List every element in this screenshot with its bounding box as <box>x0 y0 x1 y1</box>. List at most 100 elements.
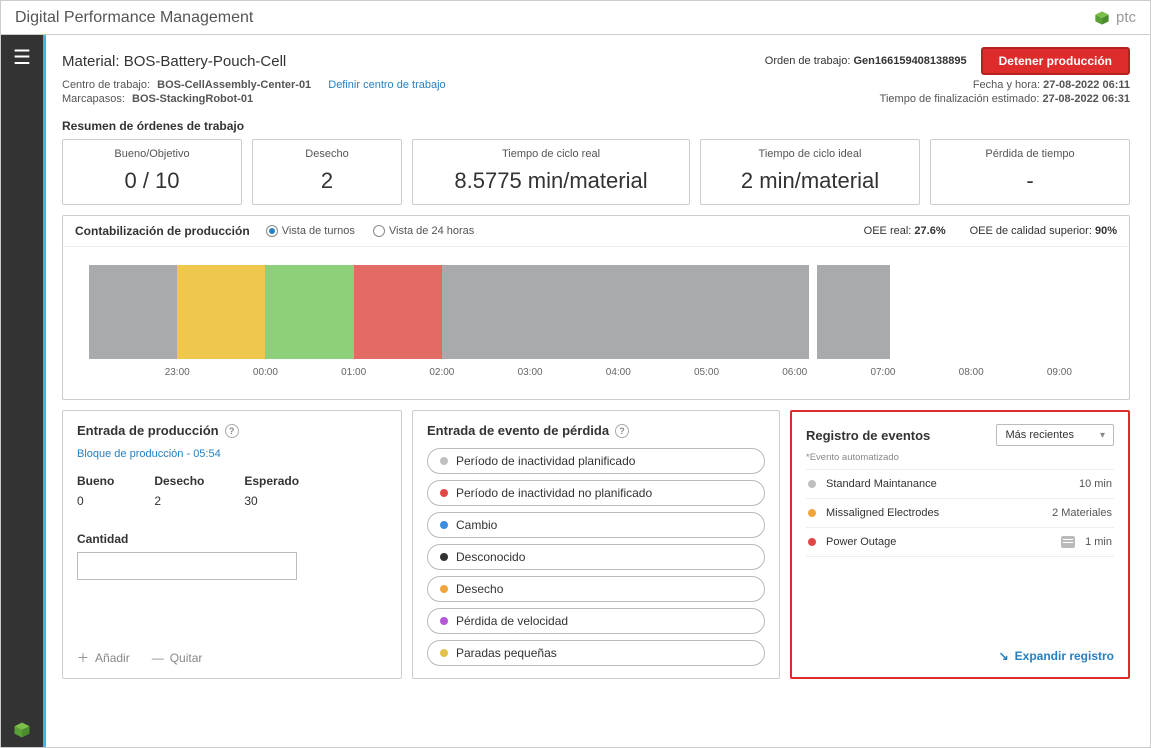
axis-tick: 04:00 <box>606 367 631 378</box>
kpi-card: Tiempo de ciclo ideal2 min/material <box>700 139 920 205</box>
kpi-label: Tiempo de ciclo ideal <box>707 148 913 160</box>
loss-reason-pill[interactable]: Pérdida de velocidad <box>427 608 765 634</box>
add-button[interactable]: ＋Añadir <box>77 649 130 666</box>
log-value: 10 min <box>1079 478 1112 490</box>
kpi-label: Bueno/Objetivo <box>69 148 235 160</box>
timeline-segment[interactable] <box>265 265 353 359</box>
brand-logo: ptc <box>1094 9 1136 26</box>
axis-tick: 01:00 <box>341 367 366 378</box>
loss-label: Paradas pequeñas <box>456 646 557 660</box>
col-scrap: Desecho <box>154 474 204 488</box>
log-name: Missaligned Electrodes <box>826 507 1042 519</box>
panel-production-entry: Entrada de producción ? Bloque de produc… <box>62 410 402 679</box>
status-dot <box>808 509 816 517</box>
pacemaker-row: Marcapasos: BOS-StackingRobot-01 <box>62 93 446 105</box>
axis-tick: 02:00 <box>429 367 454 378</box>
axis-tick: 03:00 <box>518 367 543 378</box>
axis-tick: 08:00 <box>959 367 984 378</box>
kpi-label: Tiempo de ciclo real <box>419 148 683 160</box>
kpi-value: 2 <box>259 168 395 194</box>
kpi-label: Pérdida de tiempo <box>937 148 1123 160</box>
col-good: Bueno <box>77 474 114 488</box>
log-value: 1 min <box>1085 536 1112 548</box>
loss-reason-pill[interactable]: Desconocido <box>427 544 765 570</box>
kpi-card: Bueno/Objetivo 0 / 10 <box>62 139 242 205</box>
kpi-value: - <box>937 168 1123 194</box>
expand-log-link[interactable]: ↘ Expandir registro <box>999 649 1114 663</box>
cube-icon <box>1094 10 1110 26</box>
status-dot <box>440 585 448 593</box>
chevron-down-icon: ▾ <box>1100 430 1105 441</box>
kpi-card: Pérdida de tiempo - <box>930 139 1130 205</box>
loss-label: Pérdida de velocidad <box>456 614 568 628</box>
work-order: Orden de trabajo: Gen166159408138895 <box>765 55 967 67</box>
loss-reason-pill[interactable]: Período de inactividad planificado <box>427 448 765 474</box>
help-icon[interactable]: ? <box>615 424 629 438</box>
status-dot <box>440 617 448 625</box>
status-dot <box>808 480 816 488</box>
qty-label: Cantidad <box>77 532 387 546</box>
quantity-input[interactable] <box>77 552 297 580</box>
loss-reason-pill[interactable]: Cambio <box>427 512 765 538</box>
kpi-value: 8.5775 min/material <box>419 168 683 194</box>
est-end-row: Tiempo de finalización estimado: 27-08-2… <box>880 93 1130 105</box>
log-name: Power Outage <box>826 536 1051 548</box>
timeline-segment[interactable] <box>890 265 1103 359</box>
status-dot <box>808 538 816 546</box>
log-row[interactable]: Power Outage 1 min <box>806 528 1114 557</box>
expand-icon: ↘ <box>999 649 1009 663</box>
log-name: Standard Maintanance <box>826 478 1069 490</box>
log-row[interactable]: Standard Maintanance 10 min <box>806 470 1114 499</box>
log-row[interactable]: Missaligned Electrodes 2 Materiales <box>806 499 1114 528</box>
cube-icon[interactable] <box>13 721 31 739</box>
axis-tick: 06:00 <box>782 367 807 378</box>
loss-reason-pill[interactable]: Paradas pequeñas <box>427 640 765 666</box>
log-note: *Evento automatizado <box>806 452 1114 463</box>
axis-tick: 09:00 <box>1047 367 1072 378</box>
loss-label: Período de inactividad planificado <box>456 454 635 468</box>
loss-label: Cambio <box>456 518 497 532</box>
log-value: 2 Materiales <box>1052 507 1112 519</box>
kpi-label: Desecho <box>259 148 395 160</box>
axis-tick: 05:00 <box>694 367 719 378</box>
kpi-card: Desecho 2 <box>252 139 402 205</box>
timeline-segment[interactable] <box>817 265 890 359</box>
val-good: 0 <box>77 494 114 508</box>
help-icon[interactable]: ? <box>225 424 239 438</box>
stop-production-button[interactable]: Detener producción <box>981 47 1130 75</box>
timeline-segment[interactable] <box>177 265 265 359</box>
oee-quality: OEE de calidad superior: 90% <box>970 225 1117 237</box>
app-title: Digital Performance Management <box>15 9 253 27</box>
timeline-segment[interactable] <box>354 265 442 359</box>
axis-tick: 07:00 <box>870 367 895 378</box>
material-title: Material: BOS-Battery-Pouch-Cell <box>62 53 286 70</box>
plus-icon: ＋ <box>77 649 89 666</box>
remove-button[interactable]: —Quitar <box>152 651 203 665</box>
status-dot <box>440 457 448 465</box>
view-24h-radio[interactable]: Vista de 24 horas <box>373 225 474 237</box>
timeline-segment[interactable] <box>442 265 809 359</box>
loss-reason-pill[interactable]: Desecho <box>427 576 765 602</box>
loss-label: Desconocido <box>456 550 525 564</box>
define-workcenter-link[interactable]: Definir centro de trabajo <box>328 79 445 91</box>
menu-icon[interactable]: ☰ <box>13 45 31 70</box>
event-log-title: Registro de eventos <box>806 428 930 443</box>
timeline-chart <box>89 265 1103 359</box>
prod-entry-title: Entrada de producción <box>77 423 219 438</box>
sort-select[interactable]: Más recientes▾ <box>996 424 1114 446</box>
loss-reason-pill[interactable]: Período de inactividad no planificado <box>427 480 765 506</box>
note-icon <box>1061 536 1075 548</box>
panel-event-log: Registro de eventos Más recientes▾ *Even… <box>790 410 1130 679</box>
view-shift-radio[interactable]: Vista de turnos <box>266 225 355 237</box>
loss-entry-title: Entrada de evento de pérdida <box>427 423 609 438</box>
datetime-row: Fecha y hora: 27-08-2022 06:11 <box>880 79 1130 91</box>
summary-label: Resumen de órdenes de trabajo <box>52 113 1140 139</box>
timeline-segment[interactable] <box>89 265 177 359</box>
workcenter-row: Centro de trabajo: BOS-CellAssembly-Cent… <box>62 79 446 91</box>
kpi-value: 0 / 10 <box>69 168 235 194</box>
minus-icon: — <box>152 651 164 665</box>
status-dot <box>440 553 448 561</box>
axis-tick: 23:00 <box>165 367 190 378</box>
production-block-link[interactable]: Bloque de producción - 05:54 <box>77 448 387 460</box>
val-expected: 30 <box>244 494 299 508</box>
